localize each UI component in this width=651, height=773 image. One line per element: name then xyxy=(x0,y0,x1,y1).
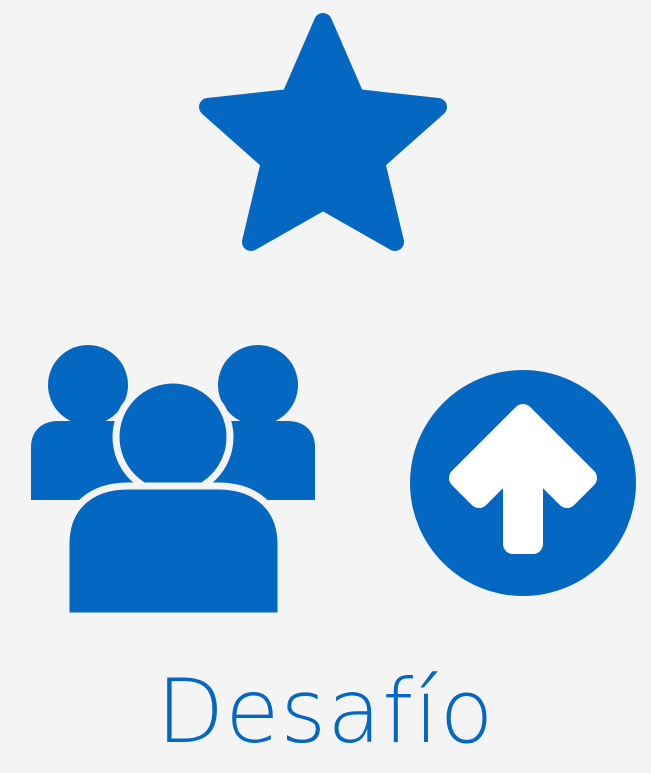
challenge-graphic: Desafío xyxy=(0,0,651,773)
circle-arrow-up-icon xyxy=(410,370,636,596)
icon-layer xyxy=(31,13,636,620)
caption-title: Desafío xyxy=(156,660,495,763)
star-icon xyxy=(199,13,447,251)
group-of-people-icon xyxy=(31,345,315,620)
